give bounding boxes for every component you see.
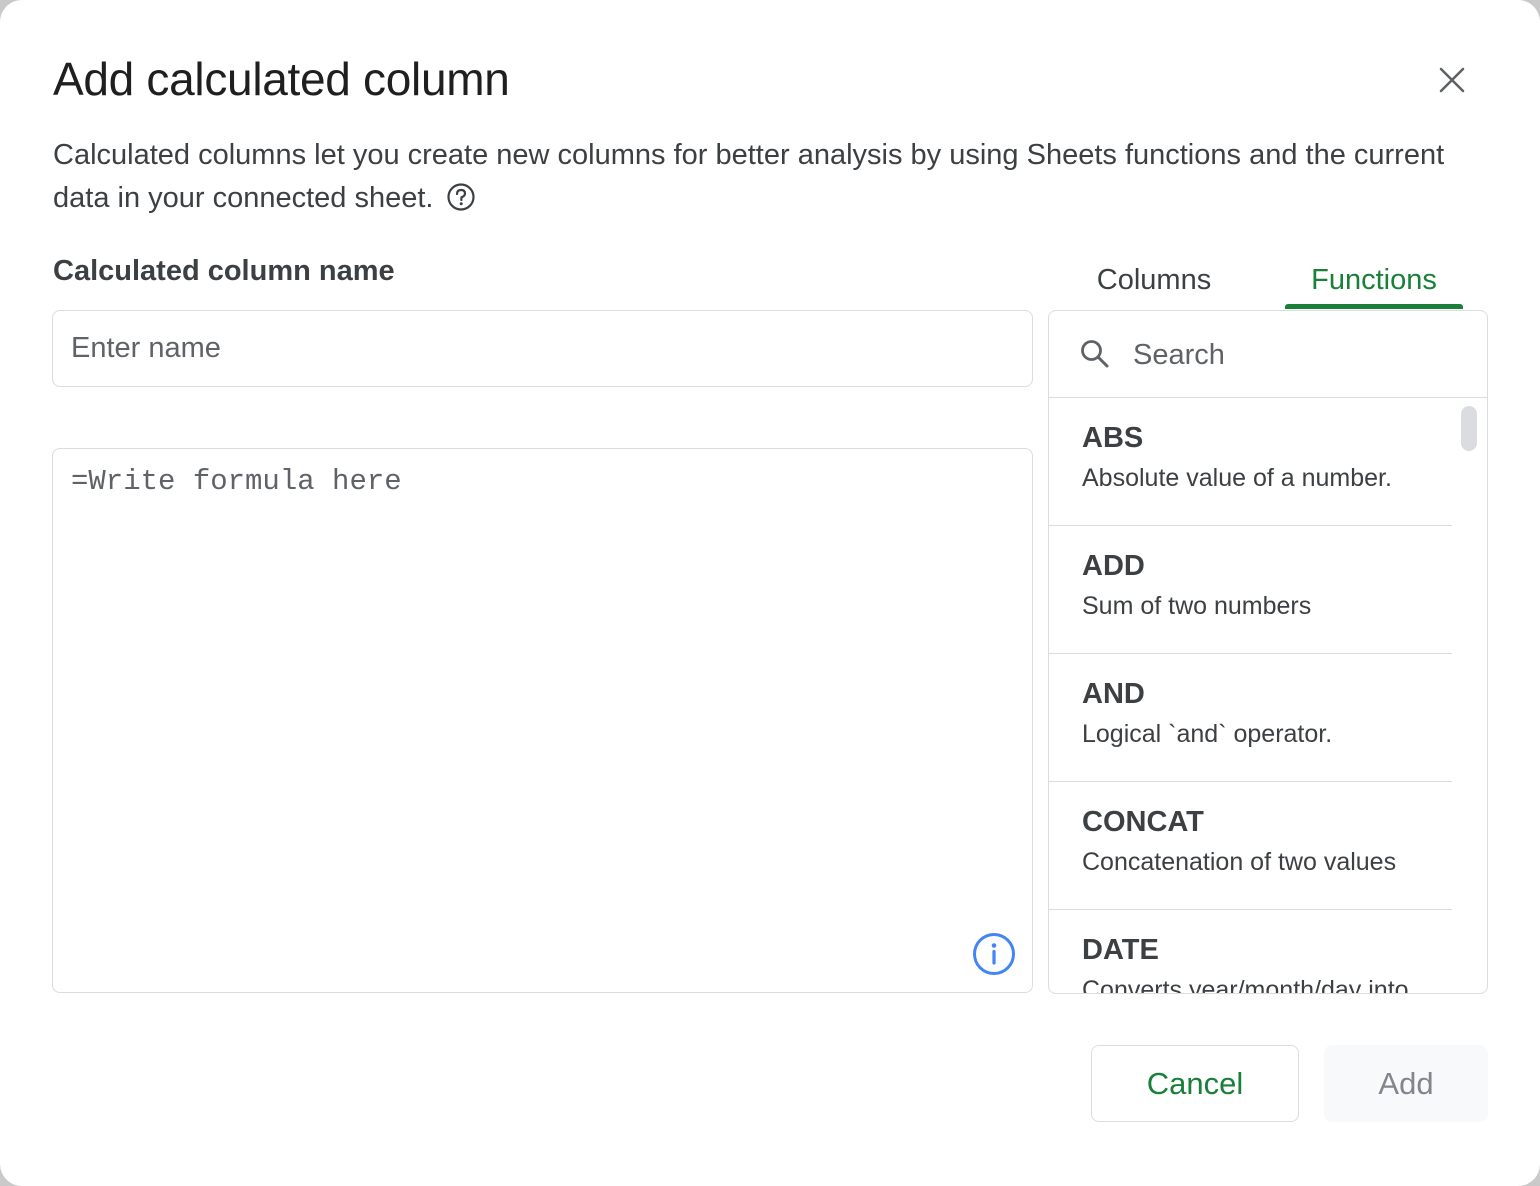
function-item-concat[interactable]: CONCAT Concatenation of two values xyxy=(1049,782,1452,910)
function-item-add[interactable]: ADD Sum of two numbers xyxy=(1049,526,1452,654)
function-item-date[interactable]: DATE Converts year/month/day into xyxy=(1049,910,1452,994)
function-description: Absolute value of a number. xyxy=(1082,464,1392,492)
formula-editor xyxy=(52,448,1033,993)
tab-functions[interactable]: Functions xyxy=(1285,250,1463,310)
formula-info-button[interactable] xyxy=(971,931,1017,977)
dialog-title: Add calculated column xyxy=(53,53,510,105)
function-name: ABS xyxy=(1082,422,1144,454)
function-list-scrollbar[interactable] xyxy=(1461,406,1477,451)
function-name: AND xyxy=(1082,678,1145,710)
function-name: DATE xyxy=(1082,934,1159,966)
function-search-input[interactable] xyxy=(1131,329,1465,381)
tab-columns[interactable]: Columns xyxy=(1077,250,1231,310)
active-tab-indicator xyxy=(1285,304,1463,309)
function-name: ADD xyxy=(1082,550,1145,582)
formula-input[interactable] xyxy=(53,449,1032,992)
panel-tabs: Columns Functions xyxy=(1049,250,1487,310)
function-item-and[interactable]: AND Logical `and` operator. xyxy=(1049,654,1452,782)
function-description: Concatenation of two values xyxy=(1082,848,1397,876)
function-description: Converts year/month/day into xyxy=(1082,976,1409,994)
dialog-description: Calculated columns let you create new co… xyxy=(53,134,1473,225)
column-name-label: Calculated column name xyxy=(53,255,395,287)
function-item-abs[interactable]: ABS Absolute value of a number. xyxy=(1049,398,1452,526)
description-text: Calculated columns let you create new co… xyxy=(53,139,1445,214)
help-circle-icon[interactable] xyxy=(446,182,476,225)
column-name-input[interactable] xyxy=(52,310,1033,387)
function-list: ABS Absolute value of a number. ADD Sum … xyxy=(1049,398,1452,994)
add-calculated-column-dialog: Add calculated column Calculated columns… xyxy=(0,0,1540,1186)
close-button[interactable] xyxy=(1426,54,1478,106)
function-description: Sum of two numbers xyxy=(1082,592,1312,620)
function-search xyxy=(1049,311,1487,398)
info-icon xyxy=(973,933,1015,975)
close-icon xyxy=(1439,67,1465,93)
functions-panel: ABS Absolute value of a number. ADD Sum … xyxy=(1048,310,1488,994)
search-icon xyxy=(1081,340,1109,368)
cancel-button[interactable]: Cancel xyxy=(1091,1045,1299,1122)
function-description: Logical `and` operator. xyxy=(1082,720,1333,748)
function-name: CONCAT xyxy=(1082,806,1204,838)
add-button[interactable]: Add xyxy=(1324,1045,1488,1122)
